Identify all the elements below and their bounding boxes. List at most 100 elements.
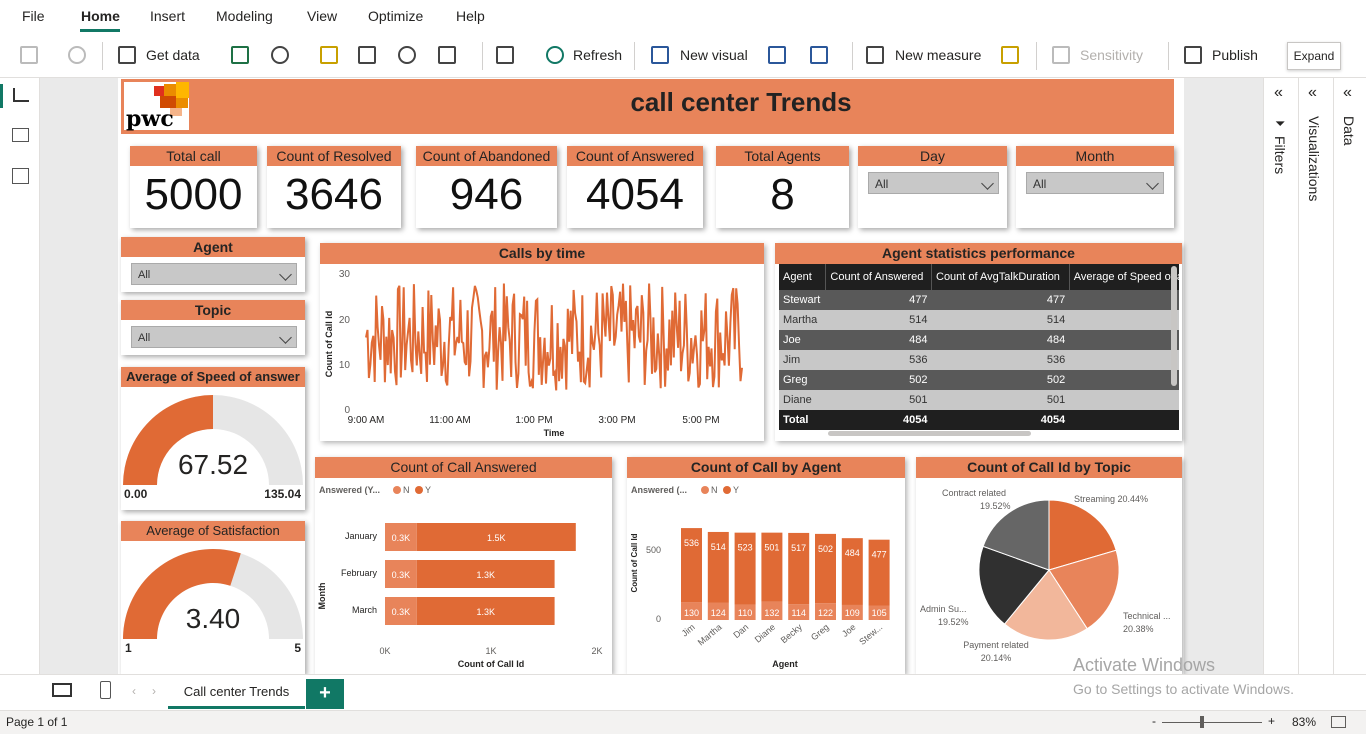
day-dropdown[interactable]: All xyxy=(868,172,999,194)
report-view-icon[interactable] xyxy=(13,88,29,102)
menu-file[interactable]: File xyxy=(22,8,45,24)
kpi-abandoned: Count of Abandoned 946 xyxy=(416,146,557,228)
gauge-value: 3.40 xyxy=(185,603,241,634)
bar-label-y: 514 xyxy=(711,542,726,552)
menu-help[interactable]: Help xyxy=(456,8,485,24)
format-painter-icon[interactable] xyxy=(68,46,86,64)
fit-to-page-icon[interactable] xyxy=(1331,716,1346,728)
view-switcher xyxy=(0,78,40,674)
x-tick: Greg xyxy=(809,622,831,643)
text-box-icon[interactable] xyxy=(768,46,786,64)
menu-insert[interactable]: Insert xyxy=(150,8,185,24)
menu-modeling[interactable]: Modeling xyxy=(216,8,273,24)
month-dropdown[interactable]: All xyxy=(1026,172,1164,194)
dataverse-icon[interactable] xyxy=(398,46,416,64)
satisfaction-gauge xyxy=(123,549,303,639)
zoom-in-button[interactable]: + xyxy=(1268,714,1275,728)
get-data-button[interactable]: Get data xyxy=(146,47,200,63)
table-row[interactable]: Joe 484 484 xyxy=(779,330,1179,350)
slicer-label: Month xyxy=(1016,146,1174,166)
chevron-down-icon xyxy=(981,177,994,190)
kpi-label: Count of Abandoned xyxy=(416,146,557,166)
table-vertical-scrollbar[interactable] xyxy=(1171,266,1177,386)
recent-sources-icon[interactable] xyxy=(438,46,456,64)
month-value: All xyxy=(1033,177,1047,191)
cell: Martha xyxy=(783,314,818,326)
mobile-layout-icon[interactable] xyxy=(100,681,111,699)
x-tick: Stew... xyxy=(857,622,884,647)
data-pane-label[interactable]: Data xyxy=(1341,116,1357,146)
chart-title: Count of Call Id by Topic xyxy=(916,457,1182,478)
menu-optimize[interactable]: Optimize xyxy=(368,8,423,24)
answered-bars: January 0.3K 1.5K February 0.3K 1.3K March 0.3K… xyxy=(341,523,576,625)
filters-pane-label[interactable]: Filters xyxy=(1272,136,1288,174)
table-row[interactable]: Stewart 477 477 xyxy=(779,290,1179,310)
gauge-value: 67.52 xyxy=(177,449,249,480)
kpi-resolved: Count of Resolved 3646 xyxy=(267,146,401,228)
page-indicator: Page 1 of 1 xyxy=(6,715,68,729)
x-tick: Becky xyxy=(779,622,805,646)
menu-home[interactable]: Home xyxy=(81,8,120,24)
filter-icon: ⏷ xyxy=(1275,116,1286,131)
enter-data-icon[interactable] xyxy=(358,46,376,64)
expand-data-icon[interactable]: « xyxy=(1343,84,1352,102)
column-header[interactable]: Count of Answered xyxy=(825,264,932,290)
table-row[interactable]: Diane 501 501 xyxy=(779,390,1179,410)
bar-category: January xyxy=(345,531,378,541)
zoom-out-button[interactable]: - xyxy=(1152,714,1156,728)
pie-label-payment: Payment related xyxy=(963,640,1029,650)
zoom-slider[interactable] xyxy=(1162,722,1262,723)
refresh-button[interactable]: Refresh xyxy=(573,47,622,63)
legend-label: N xyxy=(711,485,718,495)
bar-category: February xyxy=(341,568,378,578)
column-header[interactable]: Count of AvgTalkDuration xyxy=(931,264,1070,290)
legend-title: Answered (... xyxy=(631,485,687,495)
paste-icon[interactable] xyxy=(20,46,38,64)
pie-slices xyxy=(978,499,1120,641)
excel-icon[interactable] xyxy=(231,46,249,64)
sql-icon[interactable] xyxy=(320,46,338,64)
publish-icon xyxy=(1184,46,1202,64)
sensitivity-button[interactable]: Sensitivity xyxy=(1080,47,1143,63)
table-row[interactable]: Jim 536 536 xyxy=(779,350,1179,370)
prev-page-icon[interactable]: ‹ xyxy=(132,684,136,698)
x-tick: 9:00 AM xyxy=(348,415,385,426)
cell: 536 xyxy=(909,354,928,366)
table-row[interactable]: Greg 502 502 xyxy=(779,370,1179,390)
onelake-icon[interactable] xyxy=(271,46,289,64)
new-measure-button[interactable]: New measure xyxy=(895,47,981,63)
transform-data-icon[interactable] xyxy=(496,46,514,64)
new-visual-icon xyxy=(651,46,669,64)
column-header[interactable]: Average of Speed of a xyxy=(1069,264,1179,290)
new-visual-button[interactable]: New visual xyxy=(680,47,748,63)
publish-button[interactable]: Publish xyxy=(1212,47,1258,63)
kpi-label: Count of Resolved xyxy=(267,146,401,166)
menu-view[interactable]: View xyxy=(307,8,337,24)
expand-visualizations-icon[interactable]: « xyxy=(1308,84,1317,102)
x-tick: Jim xyxy=(680,622,697,639)
agent-value: All xyxy=(138,269,151,281)
cell: 477 xyxy=(1046,294,1066,306)
column-header-agent[interactable]: Agent xyxy=(779,264,827,290)
zoom-slider-thumb[interactable] xyxy=(1200,716,1204,728)
collapse-filters-icon[interactable]: « xyxy=(1274,84,1283,102)
topic-pie-chart: Count of Call Id by Topic Streaming 20.4… xyxy=(916,457,1182,674)
legend-label: N xyxy=(403,485,410,495)
agent-dropdown[interactable]: All xyxy=(131,263,297,285)
model-view-icon[interactable] xyxy=(12,168,29,184)
y-tick: 30 xyxy=(339,269,351,280)
quick-measure-icon[interactable] xyxy=(1001,46,1019,64)
next-page-icon[interactable]: › xyxy=(152,684,156,698)
topic-dropdown[interactable]: All xyxy=(131,326,297,348)
table-row[interactable]: Martha 514 514 xyxy=(779,310,1179,330)
add-page-button[interactable]: + xyxy=(306,679,344,709)
visualizations-pane-label[interactable]: Visualizations xyxy=(1306,116,1322,201)
more-visuals-icon[interactable] xyxy=(810,46,828,64)
table-view-icon[interactable] xyxy=(12,128,29,142)
kpi-value: 4054 xyxy=(586,170,684,219)
page-tab-call-center-trends[interactable]: Call center Trends xyxy=(168,675,305,709)
activation-watermark-title: Activate Windows xyxy=(1073,655,1216,675)
table-horizontal-scrollbar[interactable] xyxy=(828,431,1031,436)
kpi-total-call: Total call 5000 xyxy=(130,146,257,228)
desktop-layout-icon[interactable] xyxy=(52,683,72,697)
